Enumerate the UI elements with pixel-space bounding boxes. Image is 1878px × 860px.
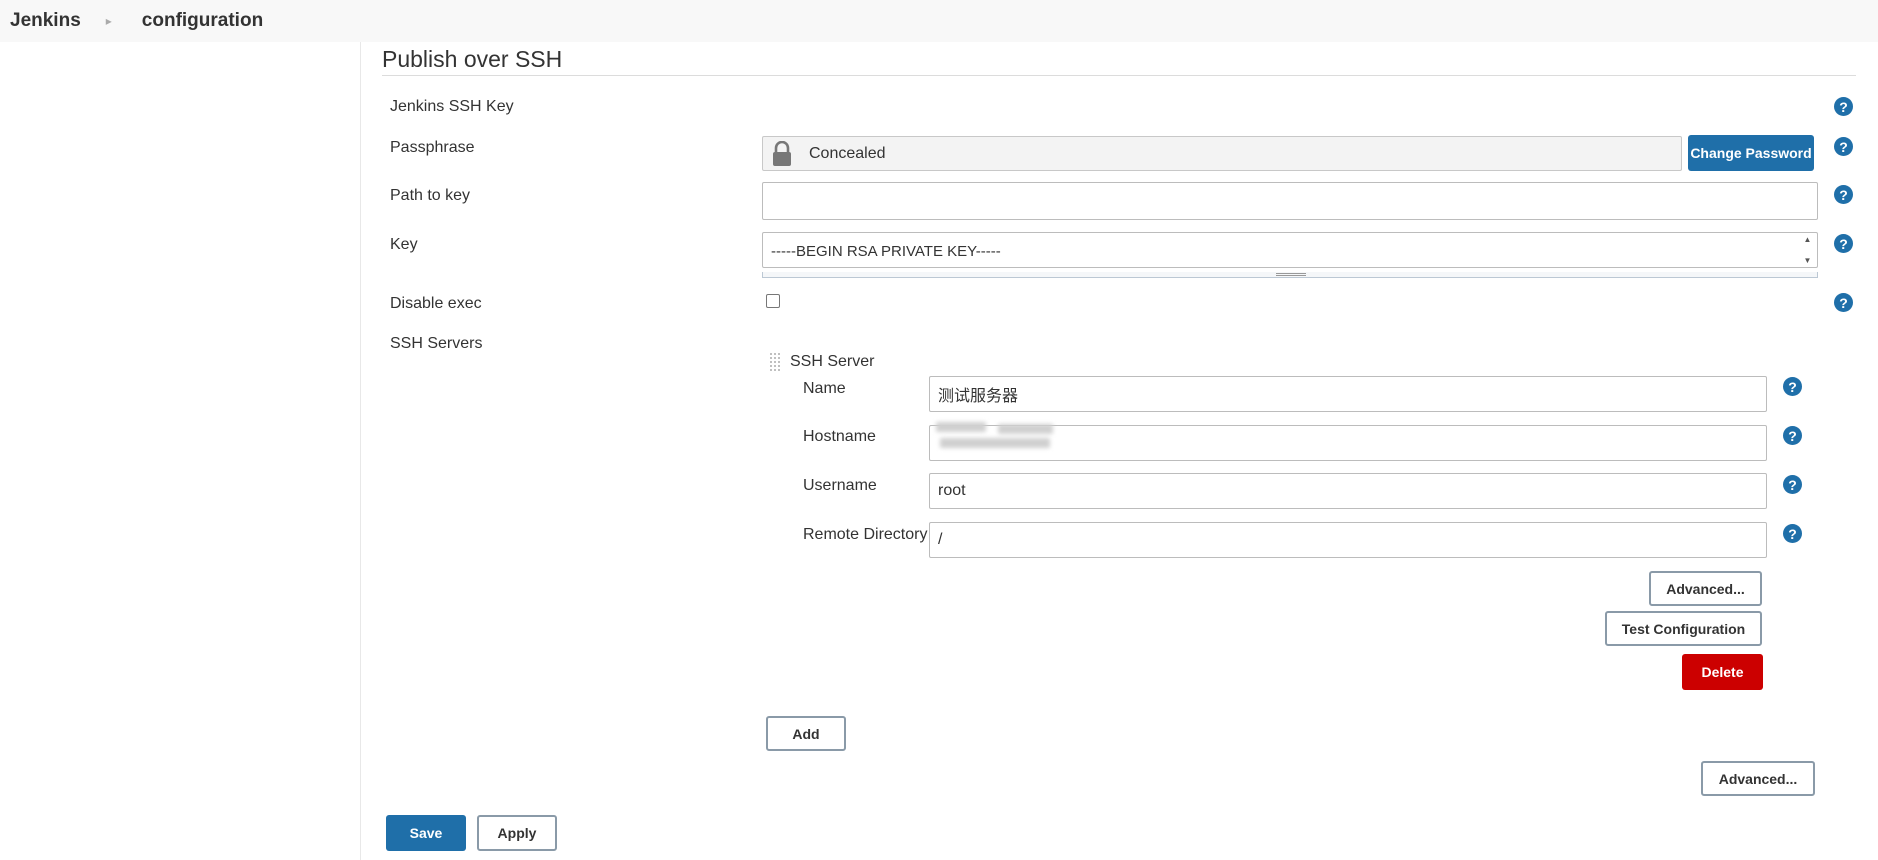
drag-handle-icon[interactable] <box>769 352 782 372</box>
help-icon-remote-directory[interactable]: ? <box>1783 524 1802 543</box>
path-to-key-input[interactable] <box>762 182 1818 220</box>
disable-exec-checkbox[interactable] <box>766 294 780 308</box>
save-button[interactable]: Save <box>386 815 466 851</box>
advanced-button[interactable]: Advanced... <box>1701 761 1815 796</box>
help-icon-hostname[interactable]: ? <box>1783 426 1802 445</box>
help-icon-path-to-key[interactable]: ? <box>1834 185 1853 204</box>
section-divider <box>382 75 1856 76</box>
server-name-label: Name <box>803 380 846 397</box>
passphrase-concealed-text: Concealed <box>809 144 886 162</box>
ssh-server-header: SSH Server <box>790 353 875 370</box>
resize-grip-icon[interactable] <box>1276 273 1306 276</box>
chevron-right-icon: ▸ <box>105 14 112 28</box>
hostname-label: Hostname <box>803 428 876 445</box>
username-input[interactable]: root <box>929 473 1767 509</box>
help-icon-username[interactable]: ? <box>1783 475 1802 494</box>
server-name-input[interactable]: 测试服务器 <box>929 376 1767 412</box>
passphrase-concealed-field: Concealed <box>762 136 1682 171</box>
server-advanced-button[interactable]: Advanced... <box>1649 571 1762 606</box>
key-label: Key <box>390 236 418 253</box>
help-icon-passphrase[interactable]: ? <box>1834 137 1853 156</box>
section-title: Publish over SSH <box>382 46 563 72</box>
passphrase-label: Passphrase <box>390 139 475 156</box>
remote-directory-input[interactable]: / <box>929 522 1767 558</box>
sidebar-divider <box>360 42 361 860</box>
ssh-key-label: Jenkins SSH Key <box>390 98 514 115</box>
ssh-servers-label: SSH Servers <box>390 335 483 352</box>
delete-server-button[interactable]: Delete <box>1682 654 1763 690</box>
help-icon-ssh-key[interactable]: ? <box>1834 97 1853 116</box>
scroll-up-icon[interactable]: ▲ <box>1804 235 1812 244</box>
breadcrumb-jenkins[interactable]: Jenkins <box>10 10 81 32</box>
breadcrumb-configuration[interactable]: configuration <box>142 10 263 32</box>
scroll-down-icon[interactable]: ▼ <box>1804 256 1812 265</box>
username-label: Username <box>803 477 877 494</box>
change-password-button[interactable]: Change Password <box>1688 135 1814 171</box>
path-to-key-label: Path to key <box>390 187 471 204</box>
help-icon-key[interactable]: ? <box>1834 234 1853 253</box>
help-icon-server-name[interactable]: ? <box>1783 377 1802 396</box>
padlock-icon <box>771 140 793 168</box>
key-textarea-scrollbar[interactable]: ▲ ▼ <box>1798 233 1817 267</box>
test-configuration-button[interactable]: Test Configuration <box>1605 611 1762 646</box>
add-server-button[interactable]: Add <box>766 716 846 751</box>
key-textarea[interactable]: -----BEGIN RSA PRIVATE KEY----- <box>762 232 1818 268</box>
apply-button[interactable]: Apply <box>477 815 557 851</box>
disable-exec-label: Disable exec <box>390 295 482 312</box>
breadcrumb-bar: Jenkins ▸ configuration <box>0 0 1878 42</box>
blurred-hostname-redaction <box>928 420 1068 456</box>
help-icon-disable-exec[interactable]: ? <box>1834 293 1853 312</box>
remote-directory-label: Remote Directory <box>803 526 928 543</box>
